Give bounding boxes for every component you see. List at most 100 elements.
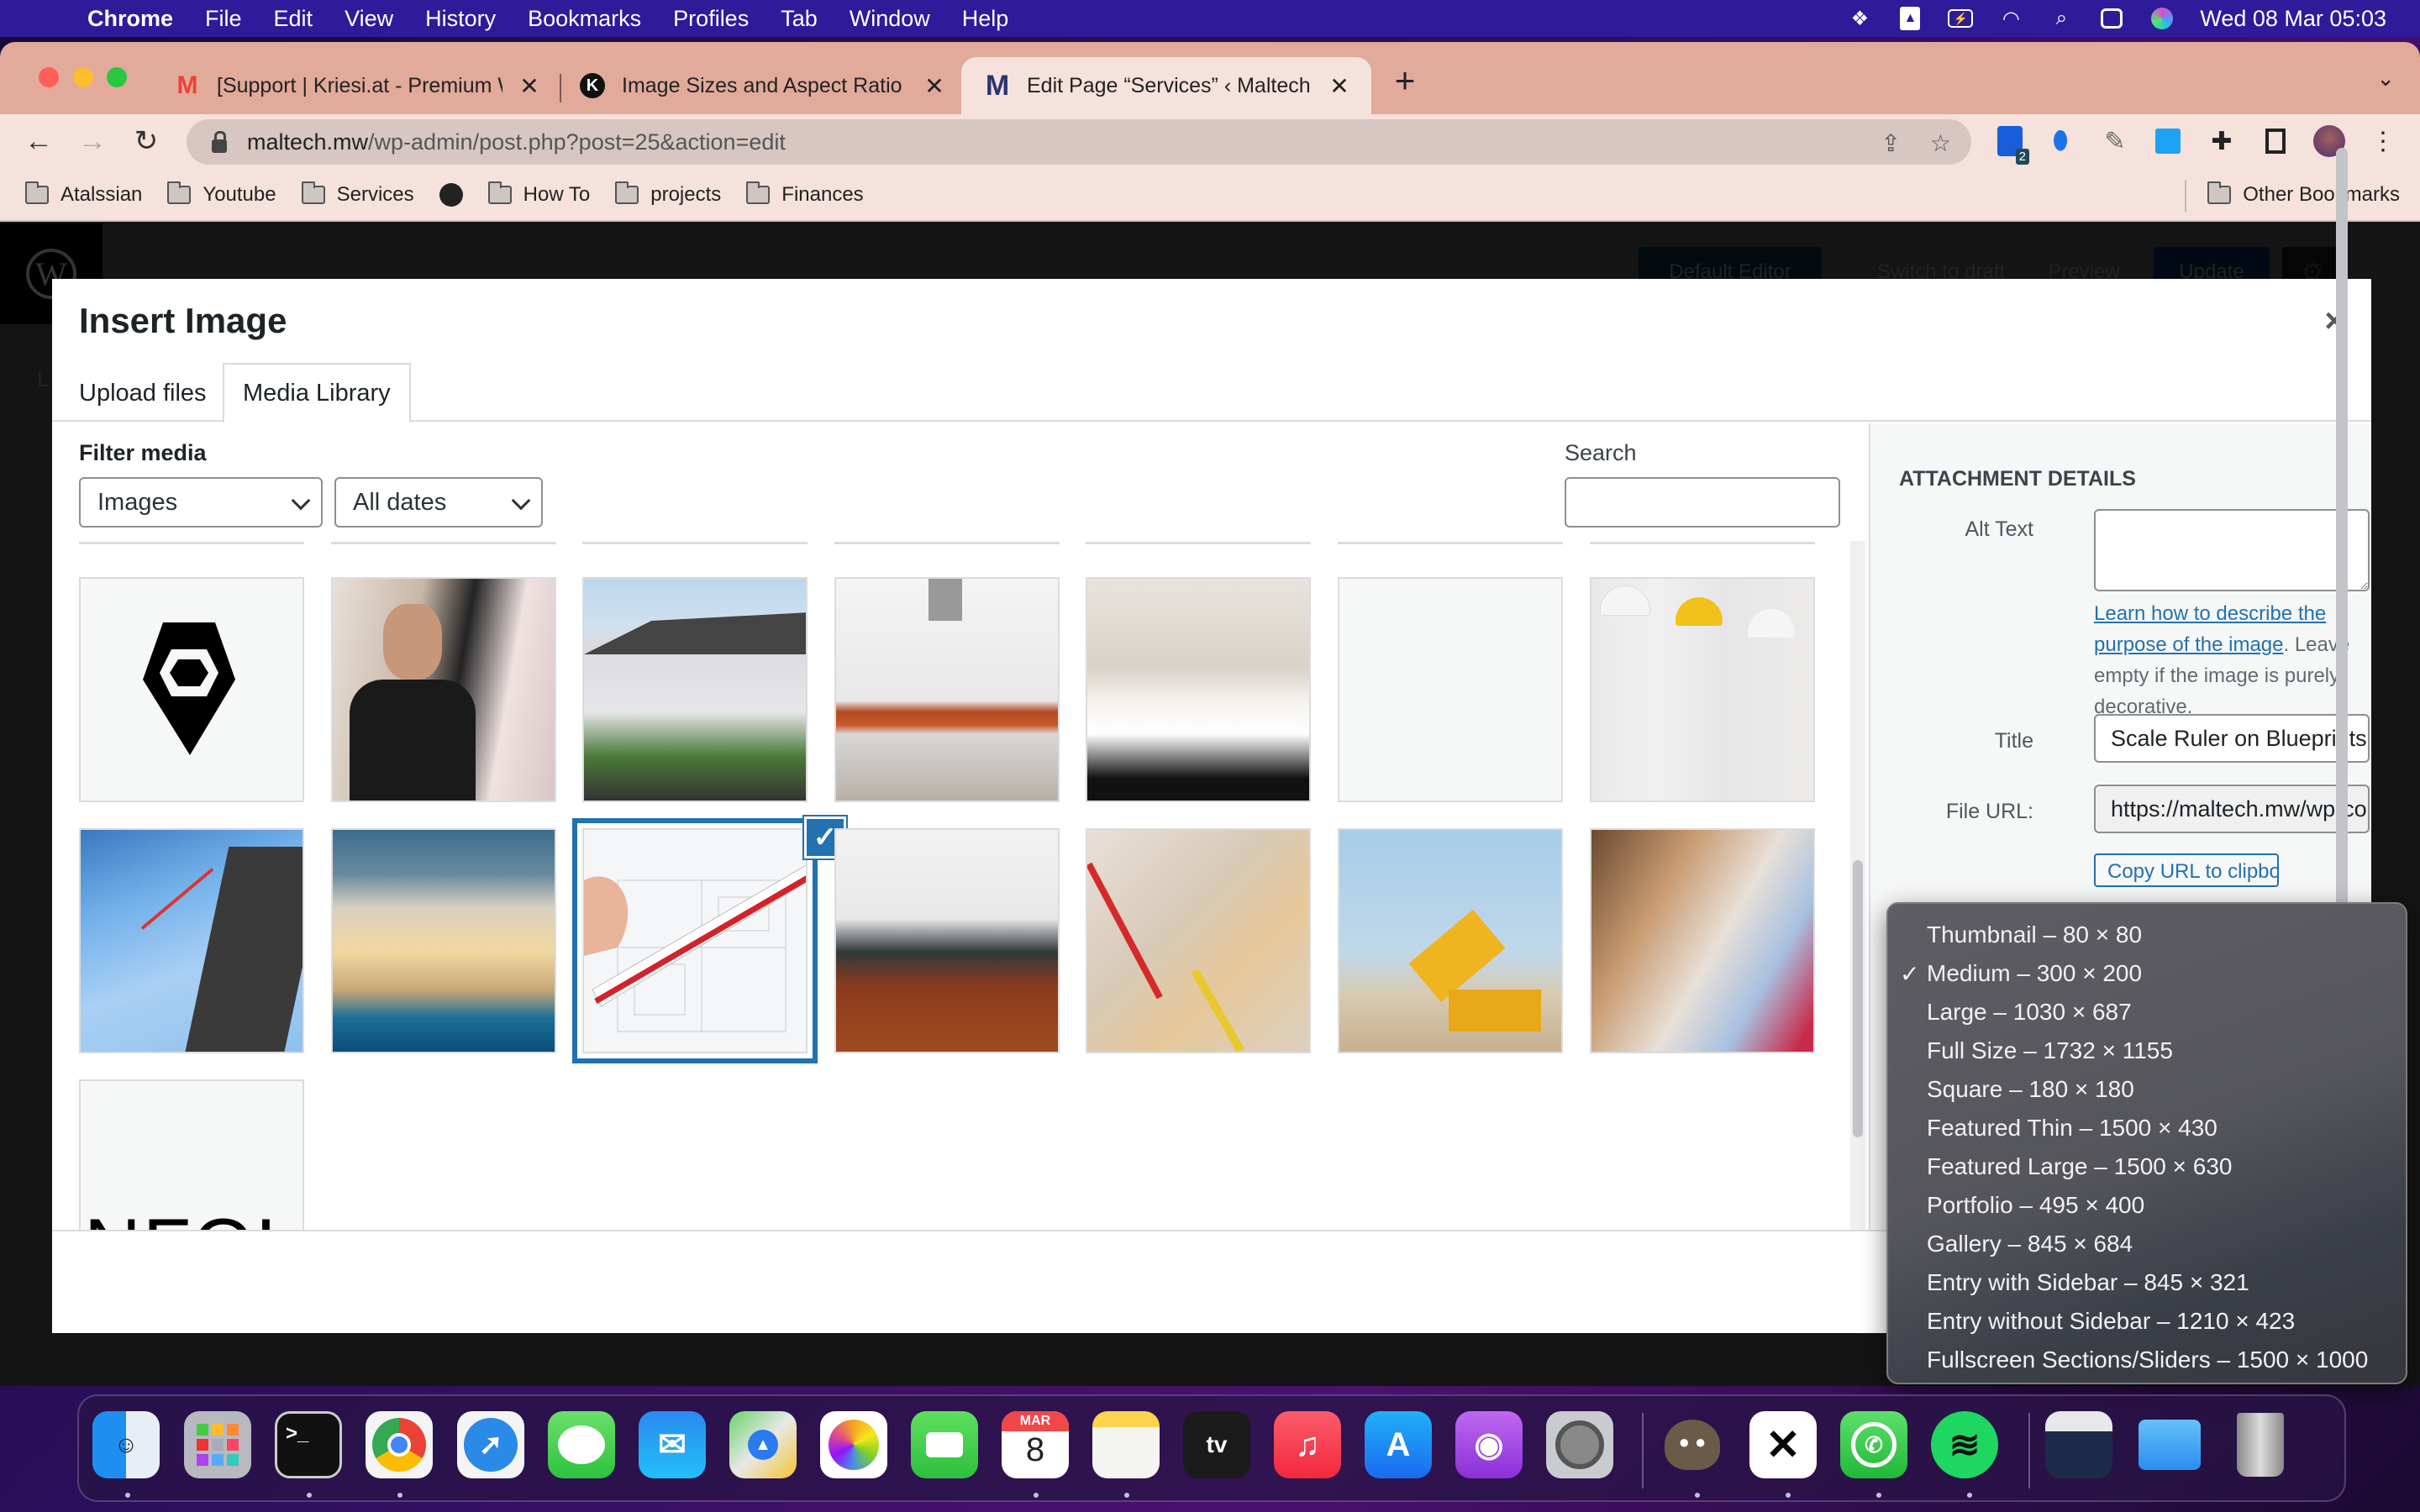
- alt-text-field[interactable]: [2094, 509, 2370, 591]
- menu-history[interactable]: History: [425, 6, 496, 32]
- photos-icon[interactable]: [820, 1411, 887, 1478]
- trash-icon[interactable]: [2227, 1411, 2294, 1478]
- eyedropper-extension-icon[interactable]: ✎: [2096, 123, 2133, 160]
- media-date-filter[interactable]: All dates: [334, 477, 543, 528]
- size-option-featured-large[interactable]: Featured Large – 1500 × 630: [1888, 1147, 2406, 1186]
- close-tab-icon[interactable]: ✕: [923, 72, 946, 100]
- tab-search-chevron-icon[interactable]: ⌄: [2376, 66, 2395, 92]
- tab-kriesi-support[interactable]: M [Support | Kriesi.at - Premium W ✕: [173, 57, 560, 114]
- attachment-business-team[interactable]: [331, 577, 556, 802]
- whatsapp-icon[interactable]: ✆: [1840, 1411, 1907, 1478]
- dropbox-status-icon[interactable]: ❖: [1847, 6, 1872, 31]
- search-input[interactable]: [1565, 477, 1840, 528]
- attachment-blank-white[interactable]: [1338, 577, 1563, 802]
- wifi-icon[interactable]: ◠: [1998, 6, 2023, 31]
- lock-icon[interactable]: [212, 131, 229, 153]
- messages-icon[interactable]: [548, 1411, 615, 1478]
- menu-help[interactable]: Help: [962, 6, 1009, 32]
- side-panel-icon[interactable]: [2257, 123, 2294, 160]
- size-option-full-size[interactable]: Full Size – 1732 × 1155: [1888, 1032, 2406, 1070]
- back-arrow-icon[interactable]: ←: [22, 124, 55, 158]
- terminal-icon[interactable]: >_: [275, 1411, 342, 1478]
- attachment-excavator[interactable]: [1338, 828, 1563, 1053]
- drive-status-icon[interactable]: ▲: [1897, 6, 1923, 31]
- puzzle-extensions-icon[interactable]: ✚: [2203, 123, 2240, 160]
- bookmark-youtube[interactable]: Youtube: [167, 181, 276, 207]
- tab-edit-page-services[interactable]: M Edit Page “Services” ‹ Maltech ✕: [961, 57, 1371, 114]
- mail-icon[interactable]: ✉: [639, 1411, 706, 1478]
- attachment-nfol-logo[interactable]: NFOL: [79, 1079, 304, 1230]
- tab-media-library[interactable]: Media Library: [223, 363, 411, 423]
- maps-icon[interactable]: ▲: [729, 1411, 797, 1478]
- close-tab-icon[interactable]: ✕: [1328, 72, 1351, 100]
- apple-tv-icon[interactable]: tv: [1183, 1411, 1250, 1478]
- menu-bookmarks[interactable]: Bookmarks: [528, 6, 641, 32]
- siri-icon[interactable]: [2149, 6, 2175, 31]
- size-option-large[interactable]: Large – 1030 × 687: [1888, 993, 2406, 1032]
- bookmark-atalssian[interactable]: Atalssian: [25, 181, 142, 207]
- size-option-portfolio[interactable]: Portfolio – 495 × 400: [1888, 1186, 2406, 1225]
- attachment-white-house[interactable]: [582, 577, 808, 802]
- menu-tab[interactable]: Tab: [781, 6, 818, 32]
- close-window-button[interactable]: [39, 67, 59, 87]
- size-option-entry-without-sidebar[interactable]: Entry without Sidebar – 1210 × 423: [1888, 1302, 2406, 1341]
- address-bar[interactable]: maltech.mw/wp-admin/post.php?post=25&act…: [187, 119, 1971, 165]
- gimp-icon[interactable]: ● ●: [1659, 1411, 1726, 1478]
- attachment-open-plan-interior[interactable]: [834, 828, 1060, 1053]
- media-grid-scrollbar[interactable]: [1850, 541, 1865, 1230]
- minimize-window-button[interactable]: [73, 67, 93, 87]
- size-option-featured-thin[interactable]: Featured Thin – 1500 × 430: [1888, 1109, 2406, 1147]
- menu-profiles[interactable]: Profiles: [673, 6, 749, 32]
- tab-image-sizes[interactable]: K Image Sizes and Aspect Ratio - ✕: [578, 57, 965, 114]
- google-extension-icon[interactable]: ⬮: [2042, 123, 2079, 160]
- reload-icon[interactable]: ↻: [129, 124, 163, 158]
- share-icon[interactable]: ⇪: [1881, 129, 1901, 157]
- folder-stack-icon[interactable]: [2136, 1411, 2203, 1478]
- spotlight-search-icon[interactable]: ⌕: [2049, 6, 2074, 31]
- menu-file[interactable]: File: [205, 6, 242, 32]
- size-option-thumbnail[interactable]: Thumbnail – 80 × 80: [1888, 916, 2406, 954]
- menu-clock[interactable]: Wed 08 Mar 05:03: [2200, 6, 2386, 32]
- size-option-fullscreen-sliders[interactable]: Fullscreen Sections/Sliders – 1500 × 100…: [1888, 1341, 2406, 1379]
- attachment-panel-scrollbar[interactable]: [2336, 148, 2348, 954]
- size-option-square[interactable]: Square – 180 × 180: [1888, 1070, 2406, 1109]
- attachment-crane-building[interactable]: [79, 828, 304, 1053]
- attachment-key-handover[interactable]: [1590, 828, 1815, 1053]
- attachment-modern-kitchen[interactable]: [834, 577, 1060, 802]
- spotify-icon[interactable]: ≋: [1931, 1411, 1998, 1478]
- media-type-filter[interactable]: Images: [79, 477, 323, 528]
- chrome-icon[interactable]: [366, 1411, 433, 1478]
- attachment-scale-ruler-blueprint[interactable]: [572, 818, 818, 1063]
- bookmark-projects[interactable]: projects: [615, 181, 721, 207]
- file-url-field[interactable]: https://maltech.mw/wp-content: [2094, 785, 2370, 833]
- facetime-icon[interactable]: [911, 1411, 978, 1478]
- launchpad-icon[interactable]: [184, 1411, 251, 1478]
- new-tab-button[interactable]: +: [1388, 60, 1422, 101]
- size-option-entry-with-sidebar[interactable]: Entry with Sidebar – 845 × 321: [1888, 1263, 2406, 1302]
- chrome-menu-icon[interactable]: ⋮: [2365, 123, 2402, 160]
- bookmark-star-icon[interactable]: ☆: [1930, 129, 1951, 157]
- attachment-measuring-wood[interactable]: [1086, 828, 1311, 1053]
- bookmark-finances[interactable]: Finances: [746, 181, 864, 207]
- close-tab-icon[interactable]: ✕: [518, 72, 541, 100]
- forward-arrow-icon[interactable]: →: [76, 124, 109, 158]
- battery-charging-icon[interactable]: ⚡: [1948, 6, 1974, 31]
- image-size-dropdown[interactable]: Thumbnail – 80 × 80 ✓ Medium – 300 × 200 …: [1886, 902, 2407, 1384]
- menu-app-chrome[interactable]: Chrome: [87, 6, 173, 32]
- calendar-icon[interactable]: MAR 8: [1002, 1411, 1069, 1478]
- attachment-pool-house[interactable]: [331, 828, 556, 1053]
- title-field[interactable]: Scale Ruler on Blueprints: [2094, 714, 2370, 763]
- attachment-living-room[interactable]: [1086, 577, 1311, 802]
- system-preferences-icon[interactable]: [1546, 1411, 1613, 1478]
- window-extension-icon[interactable]: [2149, 123, 2186, 160]
- menu-view[interactable]: View: [345, 6, 393, 32]
- bookmark-how-to[interactable]: How To: [487, 181, 590, 207]
- bookmark-globe[interactable]: [439, 183, 463, 207]
- finder-icon[interactable]: ☺: [92, 1411, 160, 1478]
- menu-window[interactable]: Window: [850, 6, 930, 32]
- size-option-medium[interactable]: ✓ Medium – 300 × 200: [1888, 954, 2406, 993]
- size-option-gallery[interactable]: Gallery – 845 × 684: [1888, 1225, 2406, 1263]
- screenshot-stack-icon[interactable]: [2045, 1411, 2112, 1478]
- capcut-icon[interactable]: ✕: [1749, 1411, 1817, 1478]
- music-icon[interactable]: ♫: [1274, 1411, 1341, 1478]
